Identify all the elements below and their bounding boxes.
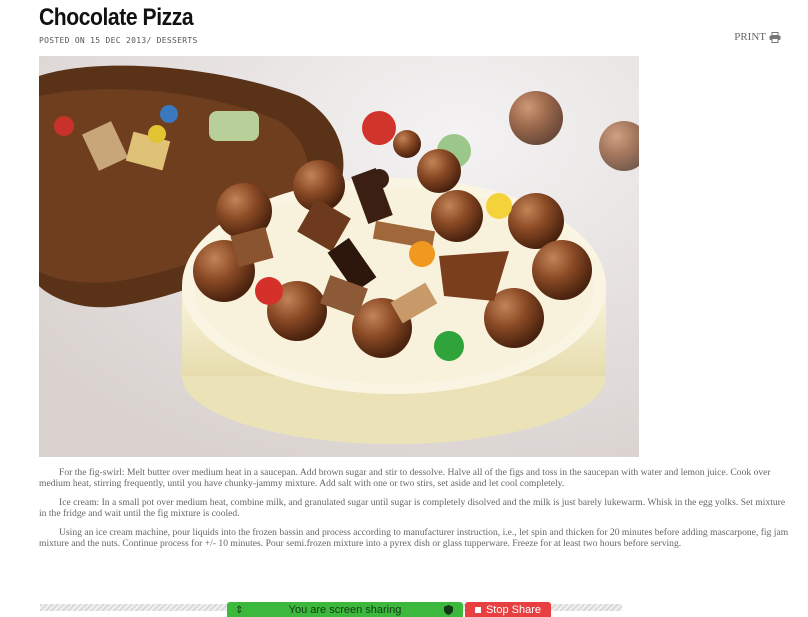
stop-icon bbox=[474, 606, 481, 613]
printer-icon bbox=[769, 31, 781, 43]
dessert-photo bbox=[39, 56, 639, 457]
stop-share-button[interactable]: Stop Share bbox=[465, 602, 551, 617]
photo-image bbox=[39, 56, 639, 457]
shield-icon bbox=[444, 605, 453, 615]
recipe-body: For the fig-swirl: Melt butter over medi… bbox=[39, 467, 789, 559]
paragraph-fig-swirl: For the fig-swirl: Melt butter over medi… bbox=[39, 467, 771, 489]
drag-handle-icon[interactable]: ⇕ bbox=[235, 605, 243, 616]
paragraph-machine: Using an ice cream machine, pour liquids… bbox=[39, 527, 789, 549]
stop-share-label: Stop Share bbox=[485, 603, 542, 616]
paragraph-ice-cream: Ice cream: In a small pot over medium he… bbox=[39, 497, 786, 519]
page-title: Chocolate Pizza bbox=[39, 4, 194, 31]
screen-share-text: You are screen sharing bbox=[288, 603, 402, 616]
print-label: PRINT bbox=[734, 31, 766, 43]
screen-share-bar[interactable]: ⇕ You are screen sharing bbox=[227, 602, 463, 617]
print-link[interactable]: PRINT bbox=[734, 31, 781, 43]
post-meta: POSTED ON 15 DEC 2013/ DESSERTS bbox=[39, 36, 198, 45]
